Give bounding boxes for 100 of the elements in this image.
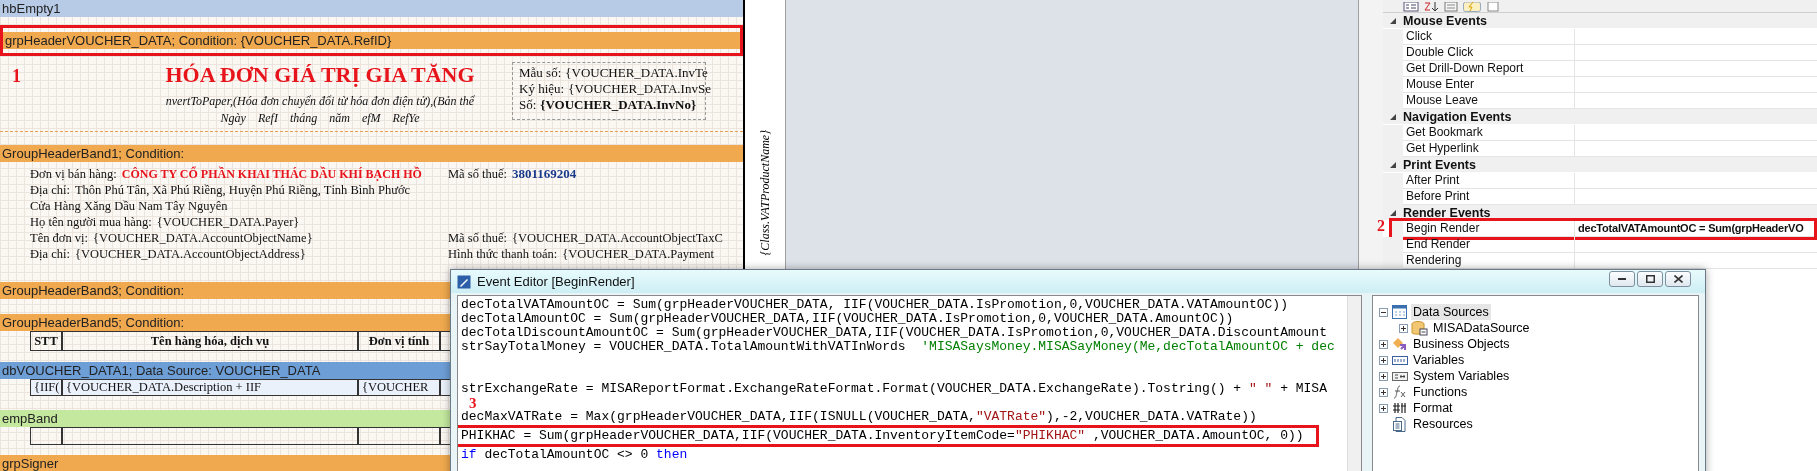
property-name: Get Bookmark — [1403, 125, 1575, 141]
text-field[interactable]: năm — [327, 111, 352, 126]
band-header[interactable]: grpHeaderVOUCHER_DATA; Condition: {VOUCHER_DATA.RefID} — [0, 25, 743, 56]
expand-toggle-icon[interactable] — [1379, 307, 1388, 317]
table-cell: Đơn vị tính — [358, 331, 440, 351]
document-icon — [1391, 416, 1408, 432]
property-row[interactable]: Mouse Enter — [1383, 77, 1817, 93]
field-value: Cửa Hàng Xăng Dầu Nam Tây Nguyên — [30, 199, 228, 213]
tree-item[interactable]: Format — [1411, 400, 1455, 416]
property-row[interactable]: After Print — [1383, 173, 1817, 189]
category-label: Mouse Events — [1403, 13, 1488, 28]
field-value: CÔNG TY CỔ PHẦN KHAI THÁC DẦU KHÍ BẠCH HỒ — [121, 167, 422, 181]
close-button[interactable] — [1665, 271, 1691, 287]
property-row[interactable]: End Render — [1383, 237, 1817, 253]
property-name: Click — [1403, 29, 1575, 45]
text-field[interactable]: Ngày — [218, 111, 248, 126]
maximize-icon — [1645, 275, 1655, 283]
expression-text: nvertToPaper,(Hóa đơn chuyển đổi từ hóa đơn điện tử),(Bản thể — [165, 94, 475, 109]
category-row[interactable]: Navigation Events — [1383, 109, 1817, 125]
property-row[interactable]: Get Drill-Down Report — [1383, 61, 1817, 77]
annotation-number: 2 — [1377, 217, 1385, 235]
database-icon — [1411, 320, 1428, 336]
minimize-icon — [1618, 278, 1626, 280]
code-line: strExchangeRate = MISAReportFormat.ExchangeRateFormat.Format(VOUCHER_DATA.ExchangeRate).Tostring() + " " + MISA — [460, 382, 1328, 396]
field-value: {VOUCHER_DATA.Payment — [562, 247, 715, 261]
field-label: Địa chỉ: — [30, 183, 70, 197]
table-cell: {VOUCHER_DATA.Description + IIF — [62, 379, 358, 396]
function-icon — [1391, 384, 1408, 400]
property-name: Double Click — [1403, 45, 1575, 61]
field-value: 3801169204 — [512, 166, 577, 181]
tree-item[interactable]: Business Objects — [1411, 336, 1512, 352]
property-name: Get Drill-Down Report — [1403, 61, 1575, 77]
field-value: {VOUCHER_DATA.AccountObjectName} — [93, 231, 313, 245]
table-cell — [30, 427, 62, 445]
tree-item[interactable]: Variables — [1411, 352, 1467, 368]
field-value: {VOUCHER_DATA.InvSe — [568, 81, 711, 97]
category-label: Print Events — [1403, 157, 1476, 172]
code-editor[interactable] — [457, 295, 1362, 471]
property-row[interactable]: Get Bookmark — [1383, 125, 1817, 141]
code-line: strSayTotalMoney = VOUCHER_DATA.TotalAmountWithVATInWords 'MISASaysMoney.MISASayMoney(Me,decTotalAmountOC + dec — [460, 340, 1336, 354]
property-row[interactable]: Double Click — [1383, 45, 1817, 61]
field-label: Ký hiệu: — [519, 81, 565, 97]
field-expression: {Class.VATProductName} — [757, 130, 773, 256]
text-field[interactable]: RefYe — [390, 111, 422, 126]
tree-item[interactable]: Data Sources — [1411, 304, 1491, 320]
tree-item[interactable]: System Variables — [1411, 368, 1512, 384]
expand-toggle-icon[interactable] — [1379, 371, 1388, 381]
band-header[interactable]: hbEmpty1 — [0, 0, 743, 17]
tree-item[interactable]: Functions — [1411, 384, 1470, 400]
annotation-number: 3 — [469, 395, 477, 411]
field-label: Họ tên người mua hàng: — [30, 215, 152, 229]
sort-icon[interactable] — [1423, 2, 1439, 12]
table-cell: STT — [30, 331, 62, 351]
field-value: {VOUCHER_DATA.InvNo} — [540, 97, 697, 113]
field-label: Số: — [519, 97, 537, 113]
pencil-icon — [457, 274, 471, 289]
field-label: Tên đơn vị: — [30, 231, 88, 245]
property-name: Mouse Enter — [1403, 77, 1575, 93]
annotation-number: 1 — [12, 66, 21, 86]
field-value: {VOUCHER_DATA.AccountObjectTaxC — [512, 231, 723, 245]
field-label: Địa chỉ: — [30, 247, 70, 261]
category-row[interactable]: Mouse Events — [1383, 13, 1817, 29]
maximize-button[interactable] — [1637, 271, 1663, 287]
text-field[interactable]: tháng — [287, 111, 320, 126]
property-name: Begin Render — [1403, 221, 1575, 237]
tree-item[interactable]: Resources — [1411, 416, 1475, 432]
expand-toggle-icon[interactable] — [1379, 387, 1388, 397]
minimize-button[interactable] — [1609, 271, 1635, 287]
field-value: {VOUCHER_DATA.InvTe — [565, 65, 708, 81]
property-value: decTotalVATAmountOC = Sum(grpHeaderVO — [1575, 221, 1814, 237]
field-label: Mẫu số: — [519, 65, 562, 81]
field-label: Mã số thuế: — [448, 231, 508, 245]
expand-toggle-icon[interactable] — [1379, 339, 1388, 349]
code-line: decTotalVATAmountOC = Sum(grpHeaderVOUCHER_DATA, IIF(VOUCHER_DATA.IsPromotion,0,VOUCHER_DATA.VATAmountOC)) — [460, 298, 1289, 312]
text-field[interactable]: efM — [359, 111, 383, 126]
table-cell: {IIF( — [30, 379, 62, 396]
property-name: After Print — [1403, 173, 1575, 189]
table-cell: Tên hàng hóa, dịch vụ — [62, 331, 358, 351]
property-row[interactable]: Click — [1383, 29, 1817, 45]
field-label: Đơn vị bán hàng: — [30, 167, 117, 181]
field-label: Mã số thuế: — [448, 167, 508, 181]
category-row[interactable]: Print Events — [1383, 157, 1817, 173]
expand-toggle-icon[interactable] — [1379, 355, 1388, 365]
text-field[interactable]: RefI — [255, 111, 280, 126]
objects-icon — [1391, 336, 1408, 352]
scrollbar[interactable] — [1347, 296, 1361, 471]
band-header[interactable]: GroupHeaderBand1; Condition: — [0, 145, 743, 162]
field-value: {VOUCHER_DATA.Payer} — [156, 215, 300, 229]
category-label: Render Events — [1403, 205, 1491, 220]
table-icon — [1391, 304, 1408, 320]
tree-item[interactable]: MISADataSource — [1431, 320, 1532, 336]
field-value: Thôn Phú Tân, Xã Phú Riềng, Huyện Phú Riềng, Tỉnh Bình Phước — [74, 183, 411, 197]
table-cell: {VOUCHER — [358, 379, 440, 396]
category-label: Navigation Events — [1403, 109, 1512, 124]
expand-toggle-icon[interactable] — [1379, 403, 1388, 413]
format-icon — [1391, 400, 1408, 416]
close-icon — [1673, 275, 1683, 283]
field-value: {VOUCHER_DATA.AccountObjectAddress} — [74, 247, 306, 261]
field-label: Hình thức thanh toán: — [448, 247, 558, 261]
expand-toggle-icon[interactable] — [1399, 323, 1408, 333]
